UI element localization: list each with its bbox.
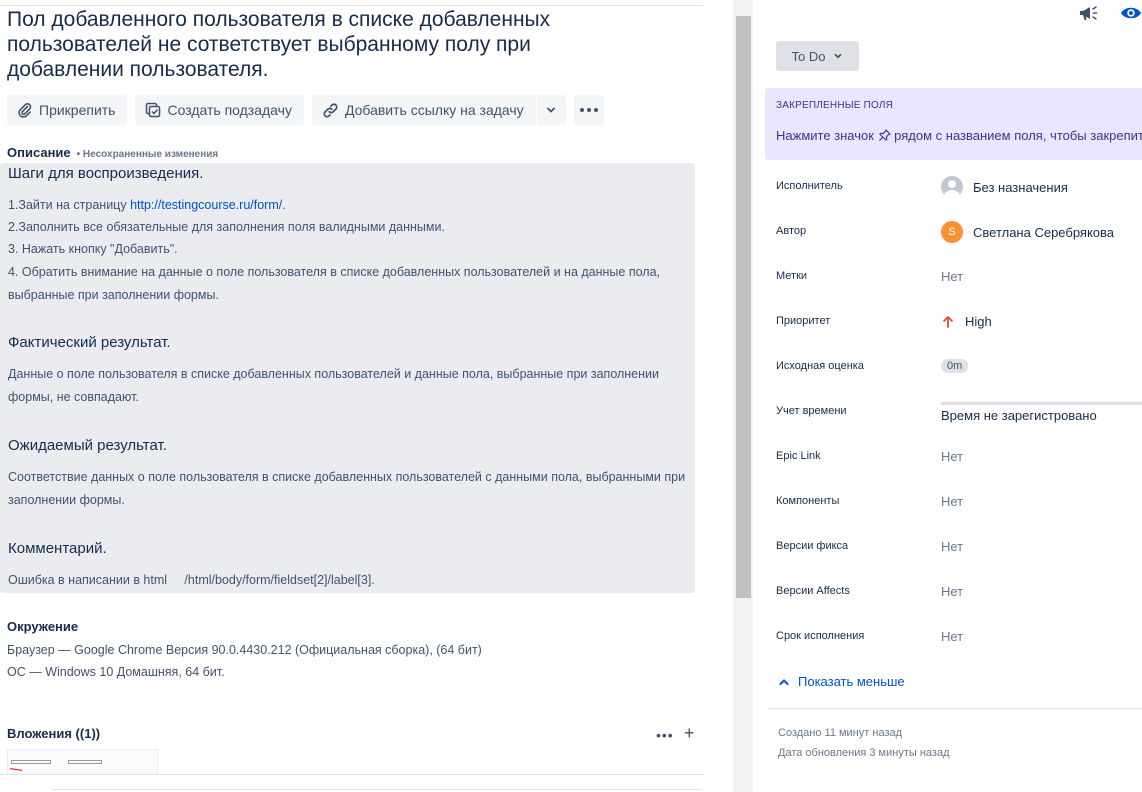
- more-icon: [579, 107, 599, 113]
- form-link[interactable]: http://testingcourse.ru/form/: [130, 198, 282, 212]
- steps-heading: Шаги для воспроизведения.: [8, 165, 204, 182]
- show-less-label: Показать меньше: [798, 674, 905, 689]
- chevron-down-icon: [545, 104, 557, 116]
- actual-result-heading: Фактический результат.: [8, 334, 171, 351]
- add-attachment-button[interactable]: +: [684, 723, 695, 744]
- link-issue-label: Добавить ссылку на задачу: [344, 102, 524, 118]
- expected-result-text: Соответствие данных о поле пользователя …: [8, 470, 686, 507]
- field-label-epic-link: Epic Link: [776, 450, 821, 462]
- field-value-assignee[interactable]: Без назначения: [941, 176, 1068, 198]
- divider: [52, 789, 702, 790]
- issue-main-panel: Пол добавленного пользователя в списке д…: [0, 0, 710, 792]
- field-value-original-estimate[interactable]: 0m: [941, 359, 969, 373]
- environment-os: ОС — Windows 10 Домашняя, 64 бит.: [7, 665, 225, 679]
- pinned-fields-panel: ЗАКРЕПЛЕННЫЕ ПОЛЯ Нажмите значок рядом с…: [765, 88, 1142, 160]
- attachments-more-button[interactable]: •••: [656, 727, 674, 743]
- field-value-reporter[interactable]: S Светлана Серебрякова: [941, 221, 1114, 243]
- link-issue-button[interactable]: Добавить ссылку на задачу: [312, 95, 536, 125]
- chevron-down-icon: [833, 51, 843, 61]
- step-2: 2.Заполнить все обязательные для заполне…: [8, 220, 445, 234]
- field-value-due-date[interactable]: Нет: [941, 629, 963, 644]
- comment-heading: Комментарий.: [8, 540, 107, 557]
- field-value-components[interactable]: Нет: [941, 494, 963, 509]
- divider: [768, 708, 1142, 709]
- field-label-labels: Метки: [776, 270, 808, 282]
- issue-toolbar: Прикрепить Создать подзадачу Добавить сс…: [7, 95, 604, 125]
- avatar: S: [941, 221, 963, 243]
- field-value-fix-versions[interactable]: Нет: [941, 539, 963, 554]
- field-value-affects-versions[interactable]: Нет: [941, 584, 963, 599]
- subtask-icon: [145, 102, 161, 118]
- description-heading: Описание: [7, 145, 71, 160]
- field-label-assignee: Исполнитель: [776, 180, 843, 192]
- field-label-due-date: Срок исполнения: [776, 630, 865, 642]
- attach-button[interactable]: Прикрепить: [7, 95, 128, 125]
- field-label-original-estimate: Исходная оценка: [776, 360, 864, 372]
- field-value-labels[interactable]: Нет: [941, 269, 963, 284]
- field-label-time-tracking: Учет времени: [776, 405, 847, 417]
- megaphone-icon[interactable]: [1078, 4, 1098, 22]
- unsaved-changes-note: • Несохраненные изменения: [76, 149, 219, 160]
- divider: [0, 5, 703, 6]
- field-value-priority[interactable]: High: [941, 314, 992, 329]
- step-3: 3. Нажать кнопку "Добавить".: [8, 242, 178, 256]
- arrow-up-icon: [941, 315, 955, 329]
- field-label-components: Компоненты: [776, 495, 840, 507]
- field-label-priority: Приоритет: [776, 315, 831, 327]
- expected-result-heading: Ожидаемый результат.: [8, 437, 167, 454]
- step-1: 1.Зайти на страницу http://testingcourse…: [8, 198, 286, 212]
- field-value-epic-link[interactable]: Нет: [941, 449, 963, 464]
- link-issue-dropdown[interactable]: [535, 95, 566, 125]
- thumbnail-detail: [9, 768, 23, 773]
- issue-title[interactable]: Пол добавленного пользователя в списке д…: [7, 7, 647, 82]
- field-value-time-tracking[interactable]: Время не зарегистровано: [941, 408, 1097, 423]
- status-label: To Do: [791, 48, 826, 64]
- eye-icon[interactable]: [1120, 5, 1142, 21]
- environment-browser: Браузер — Google Chrome Версия 90.0.4430…: [7, 643, 482, 657]
- field-label-fix-versions: Версии фикса: [776, 540, 849, 552]
- field-label-reporter: Автор: [776, 225, 807, 237]
- step-4: 4. Обратить внимание на данные о поле по…: [8, 265, 661, 302]
- comment-text: Ошибка в написании в html /html/body/for…: [8, 573, 375, 587]
- show-less-button[interactable]: Показать меньше: [778, 674, 905, 689]
- environment-heading: Окружение: [7, 619, 79, 634]
- status-dropdown[interactable]: To Do: [776, 41, 859, 71]
- attachment-thumbnail[interactable]: [7, 749, 158, 775]
- attach-label: Прикрепить: [39, 102, 116, 118]
- pinned-fields-hint: Нажмите значок рядом с названием поля, ч…: [776, 128, 1142, 145]
- create-subtask-label: Создать подзадачу: [167, 102, 292, 118]
- pinned-fields-title: ЗАКРЕПЛЕННЫЕ ПОЛЯ: [776, 100, 894, 111]
- time-tracking-bar: [941, 402, 1142, 405]
- issue-sidebar: To Do ЗАКРЕПЛЕННЫЕ ПОЛЯ Нажмите значок р…: [754, 0, 1142, 792]
- pin-icon: [878, 129, 891, 145]
- field-label-affects-versions: Версии Affects: [776, 585, 850, 597]
- sidebar-header-actions: [1078, 4, 1142, 22]
- create-subtask-button[interactable]: Создать подзадачу: [135, 95, 304, 125]
- chevron-up-icon: [778, 676, 790, 688]
- avatar: [941, 176, 963, 198]
- link-issue-split-button: Добавить ссылку на задачу: [311, 95, 566, 125]
- attachments-heading: Вложения ((1)): [7, 726, 101, 741]
- description-header: Описание • Несохраненные изменения: [7, 145, 218, 160]
- thumbnail-detail: [11, 760, 51, 764]
- scrollbar-thumb[interactable]: [736, 16, 751, 598]
- paperclip-icon: [17, 102, 33, 118]
- created-timestamp: Создано 11 минут назад: [778, 727, 903, 739]
- more-actions-button[interactable]: [573, 95, 604, 125]
- estimate-badge: 0m: [941, 359, 969, 373]
- actual-result-text: Данные о поле пользователя в списке доба…: [8, 367, 660, 404]
- updated-timestamp: Дата обновления 3 минуты назад: [778, 747, 950, 759]
- description-editor[interactable]: Шаги для воспроизведения. 1.Зайти на стр…: [0, 163, 695, 593]
- thumbnail-detail: [68, 760, 102, 764]
- link-icon: [322, 102, 339, 119]
- divider: [0, 774, 703, 775]
